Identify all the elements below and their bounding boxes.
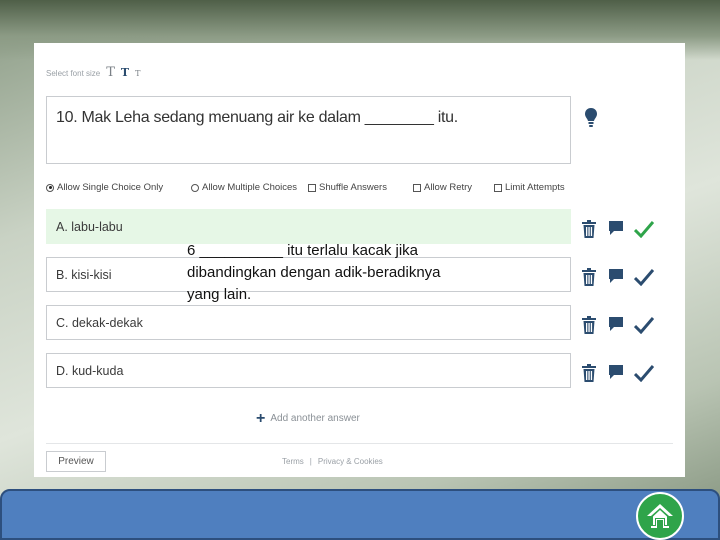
trash-icon[interactable] bbox=[582, 220, 596, 238]
answer-text: B. kisi-kisi bbox=[56, 268, 112, 282]
add-answer-button[interactable]: + Add another answer bbox=[256, 409, 360, 427]
check-icon[interactable] bbox=[634, 268, 654, 286]
footer-separator: | bbox=[309, 457, 312, 466]
answer-actions-c bbox=[582, 316, 662, 338]
comment-icon[interactable] bbox=[608, 316, 624, 332]
single-choice-option[interactable]: Allow Single Choice Only bbox=[46, 182, 163, 193]
footer-divider bbox=[46, 443, 673, 444]
comment-icon[interactable] bbox=[608, 364, 624, 380]
checkbox-icon bbox=[413, 183, 421, 192]
trash-icon[interactable] bbox=[582, 316, 596, 334]
question-input[interactable]: 10. Mak Leha sedang menuang air ke dalam… bbox=[46, 96, 571, 164]
answer-options-row: Allow Single Choice Only Allow Multiple … bbox=[46, 182, 606, 196]
overlay-line: dibandingkan dengan adik-beradiknya bbox=[187, 264, 441, 281]
allow-retry-option[interactable]: Allow Retry bbox=[413, 182, 472, 193]
radio-empty-icon bbox=[191, 183, 199, 192]
answer-row-a[interactable]: A. labu-labu bbox=[46, 209, 571, 244]
add-answer-label: Add another answer bbox=[270, 413, 360, 424]
trash-icon[interactable] bbox=[582, 364, 596, 382]
font-size-large-button[interactable]: T bbox=[106, 65, 115, 80]
shuffle-answers-label: Shuffle Answers bbox=[319, 182, 387, 193]
answer-text: D. kud-kuda bbox=[56, 364, 124, 378]
question-text: 10. Mak Leha sedang menuang air ke dalam… bbox=[56, 109, 458, 126]
answer-text: C. dekak-dekak bbox=[56, 316, 143, 330]
plus-icon: + bbox=[256, 409, 266, 427]
comment-icon[interactable] bbox=[608, 220, 624, 236]
check-icon[interactable] bbox=[634, 364, 654, 382]
limit-attempts-label: Limit Attempts bbox=[505, 182, 565, 193]
allow-retry-label: Allow Retry bbox=[424, 182, 473, 193]
bottom-navigation-bar bbox=[0, 489, 720, 540]
font-size-small-button[interactable]: T bbox=[135, 69, 140, 78]
answer-actions-d bbox=[582, 364, 662, 386]
multiple-choice-label: Allow Multiple Choices bbox=[202, 182, 298, 193]
check-icon[interactable] bbox=[634, 220, 654, 238]
comment-icon[interactable] bbox=[608, 268, 624, 284]
overlay-line: 6 __________ itu terlalu kacak jika bbox=[187, 242, 418, 259]
shuffle-answers-option[interactable]: Shuffle Answers bbox=[308, 182, 387, 193]
answer-actions-a bbox=[582, 220, 662, 242]
answer-text: A. labu-labu bbox=[56, 220, 123, 234]
radio-selected-icon bbox=[46, 183, 54, 192]
font-size-label: Select font size bbox=[46, 69, 101, 78]
trash-icon[interactable] bbox=[582, 268, 596, 286]
home-icon bbox=[647, 504, 673, 528]
lightbulb-icon[interactable] bbox=[584, 107, 598, 129]
answer-actions-b bbox=[582, 268, 662, 290]
answer-row-d[interactable]: D. kud-kuda bbox=[46, 353, 571, 388]
overlay-question-text: 6 __________ itu terlalu kacak jika diba… bbox=[187, 240, 517, 306]
font-size-medium-button[interactable]: T bbox=[121, 66, 129, 79]
terms-link[interactable]: Terms bbox=[282, 457, 304, 466]
privacy-link[interactable]: Privacy & Cookies bbox=[318, 457, 383, 466]
check-icon[interactable] bbox=[634, 316, 654, 334]
overlay-line: yang lain. bbox=[187, 286, 252, 303]
footer-links: Terms | Privacy & Cookies bbox=[282, 457, 383, 466]
checkbox-icon bbox=[308, 183, 316, 192]
preview-button[interactable]: Preview bbox=[46, 451, 106, 472]
checkbox-icon bbox=[494, 183, 502, 192]
home-button[interactable] bbox=[636, 492, 684, 540]
answer-row-c[interactable]: C. dekak-dekak bbox=[46, 305, 571, 340]
limit-attempts-option[interactable]: Limit Attempts bbox=[494, 182, 565, 193]
single-choice-label: Allow Single Choice Only bbox=[57, 182, 164, 193]
multiple-choice-option[interactable]: Allow Multiple Choices bbox=[191, 182, 297, 193]
font-size-selector: Select font size T T T bbox=[46, 65, 140, 80]
